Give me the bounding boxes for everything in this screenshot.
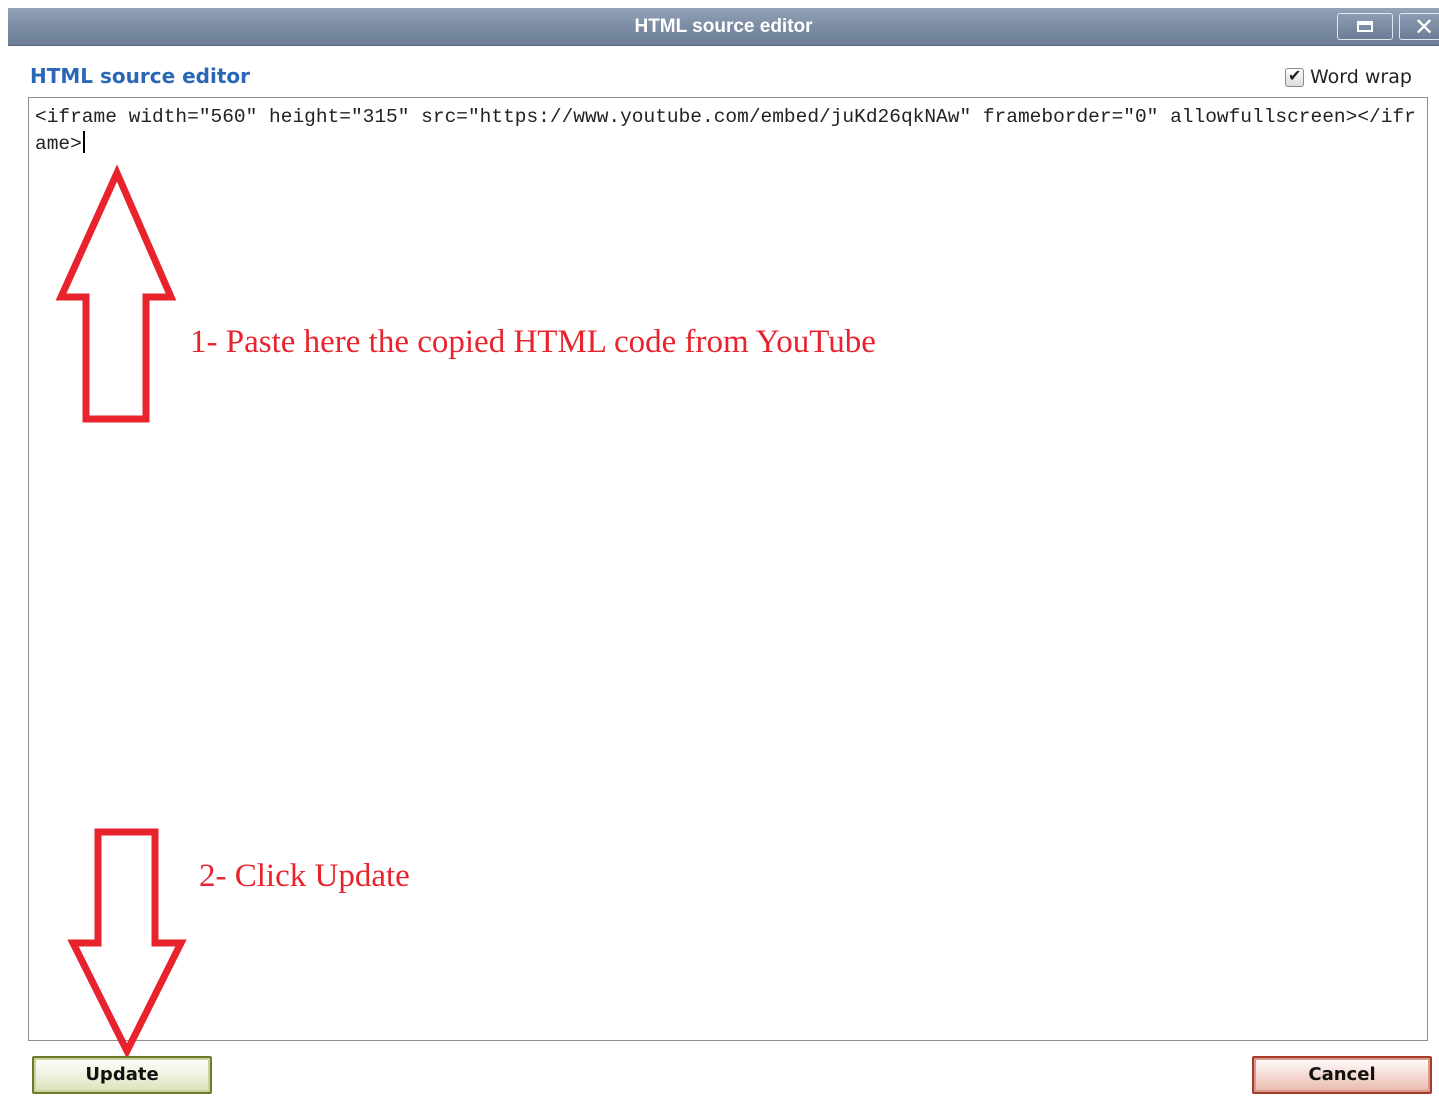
annotation-step1: 1- Paste here the copied HTML code from …	[190, 324, 876, 360]
update-button[interactable]: Update	[32, 1056, 212, 1094]
annotation-step2: 2- Click Update	[199, 858, 410, 894]
cancel-button[interactable]: Cancel	[1252, 1056, 1432, 1094]
down-arrow-icon	[67, 828, 187, 1059]
